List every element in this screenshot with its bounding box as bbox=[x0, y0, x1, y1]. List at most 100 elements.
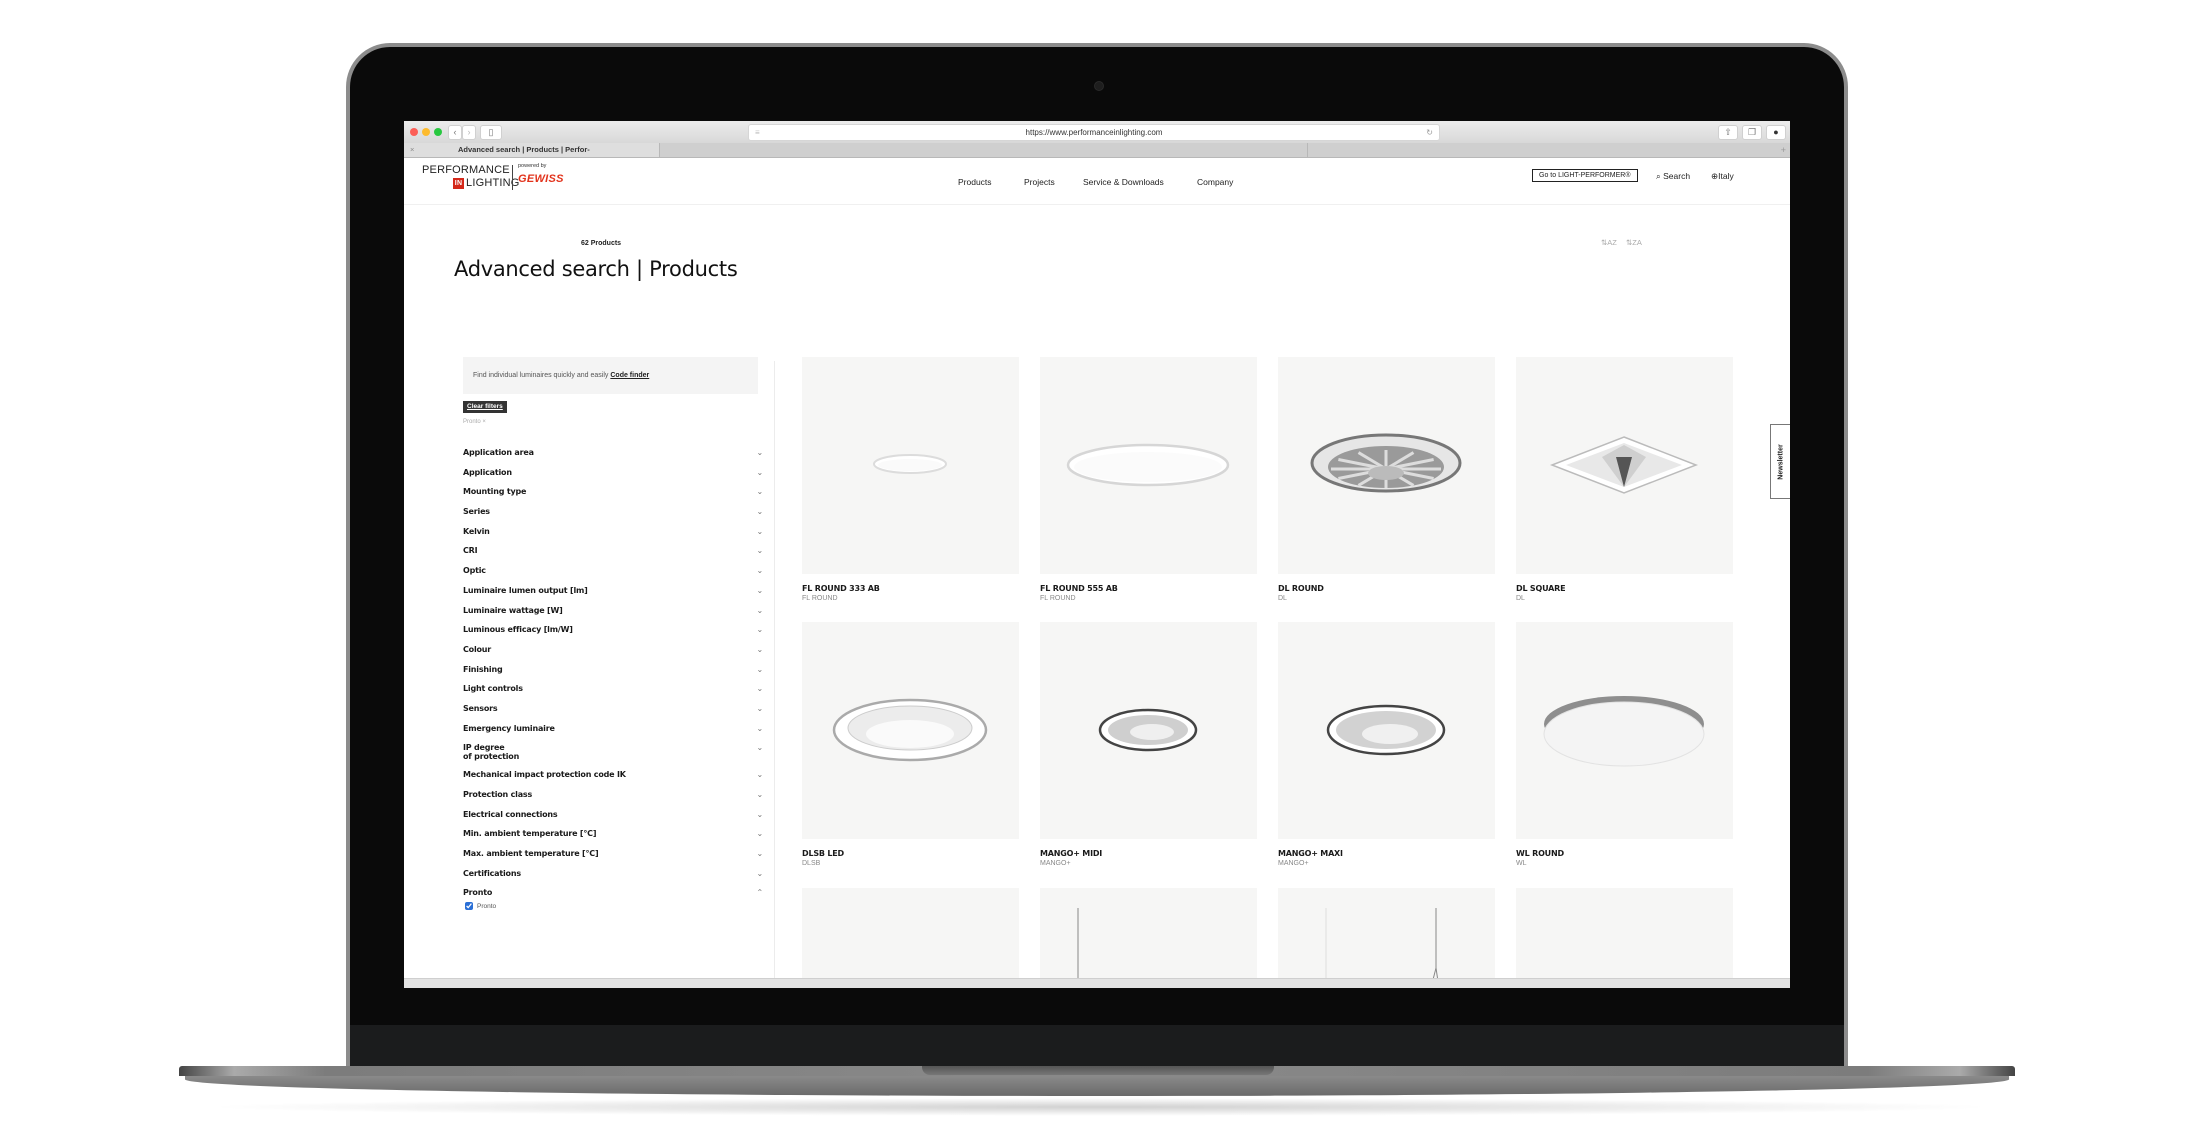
search-button[interactable]: ⌕ Search bbox=[1656, 171, 1690, 182]
product-card[interactable] bbox=[1278, 888, 1495, 988]
product-image[interactable] bbox=[802, 888, 1019, 988]
site-logo[interactable]: PERFORMANCE IN LIGHTING bbox=[422, 164, 520, 189]
sidebar-toggle-button[interactable]: ▯ bbox=[480, 125, 502, 140]
minimize-window-button[interactable] bbox=[422, 128, 430, 136]
product-card[interactable] bbox=[1516, 888, 1733, 988]
product-image[interactable] bbox=[1040, 888, 1257, 988]
forward-button[interactable]: › bbox=[462, 125, 476, 140]
filter-item[interactable]: Mechanical impact protection code IK ⌄ bbox=[463, 770, 763, 790]
filter-item[interactable]: IP degree of protection ⌄ bbox=[463, 743, 763, 770]
sort-za-button[interactable]: ⇅ZA bbox=[1626, 238, 1642, 247]
filter-item[interactable]: Application area ⌄ bbox=[463, 448, 763, 468]
product-name[interactable]: FL ROUND 333 AB bbox=[802, 584, 1019, 593]
product-name[interactable]: MANGO+ MAXI bbox=[1278, 849, 1495, 858]
close-tab-icon[interactable]: × bbox=[410, 143, 414, 157]
filter-item[interactable]: Light controls ⌄ bbox=[463, 684, 763, 704]
product-card[interactable] bbox=[802, 888, 1019, 988]
product-name[interactable]: DL SQUARE bbox=[1516, 584, 1733, 593]
filter-item[interactable]: Optic ⌄ bbox=[463, 566, 763, 586]
gewiss-logo[interactable]: GEWISS bbox=[518, 173, 564, 185]
filter-item[interactable]: Luminaire wattage [W] ⌄ bbox=[463, 606, 763, 626]
filter-item[interactable]: Colour ⌄ bbox=[463, 645, 763, 665]
filter-item[interactable]: Pronto ⌃ bbox=[463, 888, 763, 908]
chevron-down-icon[interactable]: ⌄ bbox=[756, 468, 763, 477]
chevron-down-icon[interactable]: ⌄ bbox=[756, 527, 763, 536]
maximize-window-button[interactable] bbox=[434, 128, 442, 136]
product-card[interactable] bbox=[1040, 888, 1257, 988]
chevron-down-icon[interactable]: ⌄ bbox=[756, 586, 763, 595]
chevron-up-icon[interactable]: ⌃ bbox=[756, 888, 763, 897]
nav-projects[interactable]: Projects bbox=[1024, 177, 1055, 187]
chevron-down-icon[interactable]: ⌄ bbox=[756, 829, 763, 838]
share-button[interactable]: ⇧ bbox=[1718, 125, 1738, 140]
product-image[interactable] bbox=[1278, 357, 1495, 574]
product-name[interactable]: WL ROUND bbox=[1516, 849, 1733, 858]
product-name[interactable]: MANGO+ MIDI bbox=[1040, 849, 1257, 858]
sort-az-button[interactable]: ⇅AZ bbox=[1601, 238, 1617, 247]
chevron-down-icon[interactable]: ⌄ bbox=[756, 448, 763, 457]
tabs-overview-button[interactable]: ❐ bbox=[1742, 125, 1762, 140]
code-finder-link[interactable]: Code finder bbox=[610, 372, 649, 379]
product-image[interactable] bbox=[1278, 888, 1495, 988]
chevron-down-icon[interactable]: ⌄ bbox=[756, 724, 763, 733]
chevron-down-icon[interactable]: ⌄ bbox=[756, 487, 763, 496]
filter-item[interactable]: Series ⌄ bbox=[463, 507, 763, 527]
product-image[interactable] bbox=[1516, 622, 1733, 839]
filter-item[interactable]: Mounting type ⌄ bbox=[463, 487, 763, 507]
filter-item[interactable]: Kelvin ⌄ bbox=[463, 527, 763, 547]
tab-active[interactable]: × Advanced search | Products | Perfor- bbox=[404, 143, 660, 157]
chevron-down-icon[interactable]: ⌄ bbox=[756, 606, 763, 615]
product-card[interactable]: MANGO+ MAXI MANGO+ bbox=[1278, 622, 1495, 867]
address-bar[interactable]: ≡ https://www.performanceinlighting.com … bbox=[748, 124, 1440, 141]
chevron-down-icon[interactable]: ⌄ bbox=[756, 704, 763, 713]
product-card[interactable]: DL ROUND DL bbox=[1278, 357, 1495, 602]
chevron-down-icon[interactable]: ⌄ bbox=[756, 546, 763, 555]
filter-item[interactable]: Min. ambient temperature [°C] ⌄ bbox=[463, 829, 763, 849]
product-card[interactable]: MANGO+ MIDI MANGO+ bbox=[1040, 622, 1257, 867]
product-image[interactable] bbox=[1516, 357, 1733, 574]
nav-service-downloads[interactable]: Service & Downloads bbox=[1083, 177, 1164, 187]
close-window-button[interactable] bbox=[410, 128, 418, 136]
product-image[interactable] bbox=[802, 622, 1019, 839]
new-tab-button[interactable]: + bbox=[1781, 143, 1786, 157]
chevron-down-icon[interactable]: ⌄ bbox=[756, 790, 763, 799]
chevron-down-icon[interactable]: ⌄ bbox=[756, 849, 763, 858]
light-performer-button[interactable]: Go to LIGHT-PERFORMER® bbox=[1532, 169, 1638, 182]
filter-item[interactable]: Certifications ⌄ bbox=[463, 869, 763, 889]
filter-item[interactable]: Finishing ⌄ bbox=[463, 665, 763, 685]
product-image[interactable] bbox=[1040, 357, 1257, 574]
tab-empty[interactable] bbox=[660, 143, 1308, 157]
active-filter-chip[interactable]: Pronto × bbox=[463, 419, 486, 425]
chevron-down-icon[interactable]: ⌄ bbox=[756, 810, 763, 819]
product-image[interactable] bbox=[802, 357, 1019, 574]
nav-company[interactable]: Company bbox=[1197, 177, 1233, 187]
filter-item[interactable]: Application ⌄ bbox=[463, 468, 763, 488]
chevron-down-icon[interactable]: ⌄ bbox=[756, 566, 763, 575]
product-name[interactable]: DLSB LED bbox=[802, 849, 1019, 858]
country-selector[interactable]: ⊕Italy bbox=[1711, 171, 1734, 182]
filter-item[interactable]: Electrical connections ⌄ bbox=[463, 810, 763, 830]
filter-item[interactable]: Max. ambient temperature [°C] ⌄ bbox=[463, 849, 763, 869]
reload-icon[interactable]: ↻ bbox=[1426, 125, 1433, 140]
chevron-down-icon[interactable]: ⌄ bbox=[756, 869, 763, 878]
filter-item[interactable]: Protection class ⌄ bbox=[463, 790, 763, 810]
newsletter-tab[interactable]: Newsletter bbox=[1770, 424, 1790, 499]
product-card[interactable]: FL ROUND 333 AB FL ROUND bbox=[802, 357, 1019, 602]
product-image[interactable] bbox=[1516, 888, 1733, 988]
back-button[interactable]: ‹ bbox=[448, 125, 462, 140]
product-card[interactable]: DLSB LED DLSB bbox=[802, 622, 1019, 867]
product-card[interactable]: FL ROUND 555 AB FL ROUND bbox=[1040, 357, 1257, 602]
product-image[interactable] bbox=[1278, 622, 1495, 839]
filter-item[interactable]: Luminaire lumen output [lm] ⌄ bbox=[463, 586, 763, 606]
nav-products[interactable]: Products bbox=[958, 177, 992, 187]
extension-button[interactable]: ● bbox=[1766, 125, 1786, 140]
chevron-down-icon[interactable]: ⌄ bbox=[756, 625, 763, 634]
chevron-down-icon[interactable]: ⌄ bbox=[756, 665, 763, 674]
chevron-down-icon[interactable]: ⌄ bbox=[756, 645, 763, 654]
chevron-down-icon[interactable]: ⌄ bbox=[756, 684, 763, 693]
filter-item[interactable]: Luminous efficacy [lm/W] ⌄ bbox=[463, 625, 763, 645]
filter-item[interactable]: Sensors ⌄ bbox=[463, 704, 763, 724]
chevron-down-icon[interactable]: ⌄ bbox=[756, 770, 763, 779]
product-image[interactable] bbox=[1040, 622, 1257, 839]
product-card[interactable]: WL ROUND WL bbox=[1516, 622, 1733, 867]
